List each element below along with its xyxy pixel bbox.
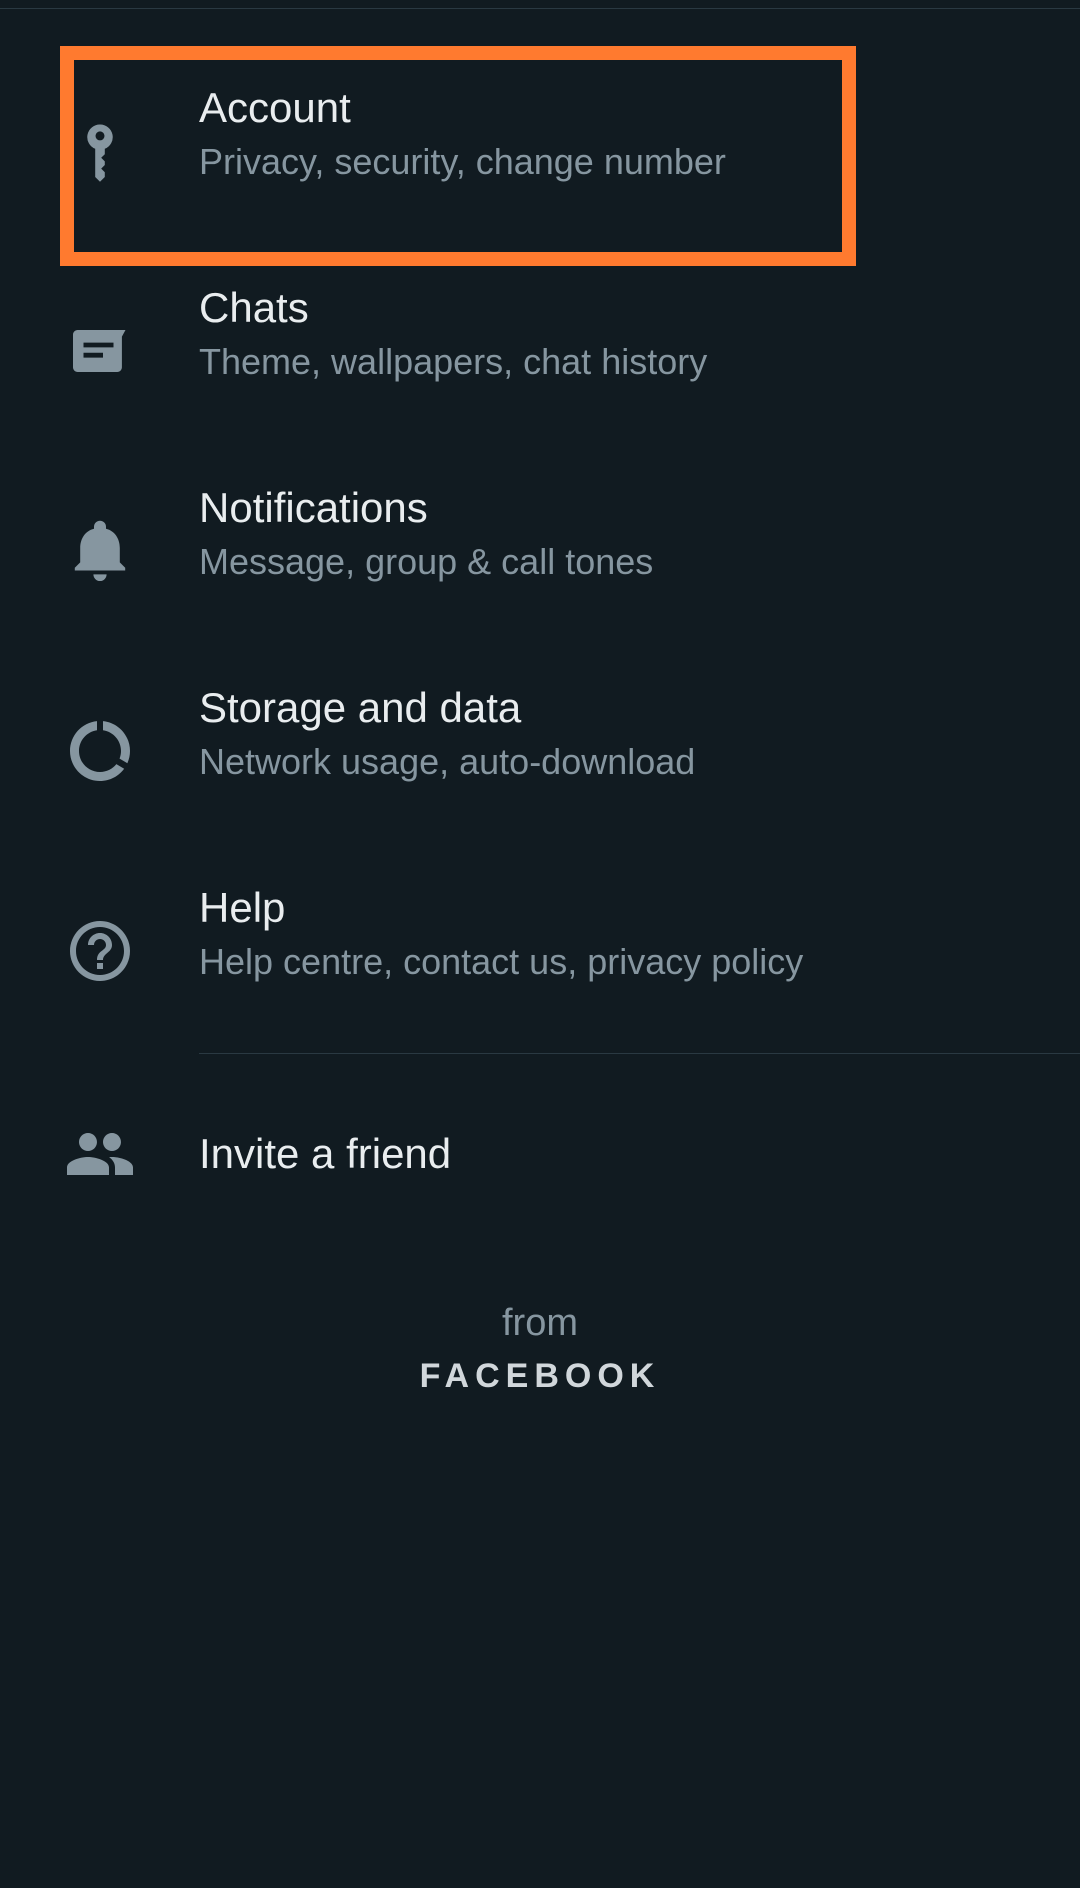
key-icon bbox=[60, 113, 140, 193]
footer-from: from bbox=[502, 1302, 578, 1344]
settings-item-title: Help bbox=[199, 884, 286, 931]
footer-brand-logo: FACEBOOK bbox=[419, 1357, 661, 1395]
footer: from FACEBOOK bbox=[0, 1300, 1080, 1396]
settings-item-notifications[interactable]: Notifications Message, group & call tone… bbox=[0, 466, 1080, 666]
settings-item-subtitle: Network usage, auto-download bbox=[199, 741, 696, 782]
help-icon bbox=[60, 911, 140, 991]
settings-item-subtitle: Theme, wallpapers, chat history bbox=[199, 341, 708, 382]
settings-item-title: Account bbox=[199, 84, 351, 131]
settings-item-invite[interactable]: Invite a friend bbox=[0, 1104, 1080, 1204]
settings-item-subtitle: Message, group & call tones bbox=[199, 541, 654, 582]
section-divider bbox=[199, 1053, 1080, 1054]
settings-item-chats[interactable]: Chats Theme, wallpapers, chat history bbox=[0, 266, 1080, 466]
settings-item-subtitle: Privacy, security, change number bbox=[199, 141, 726, 182]
settings-item-title: Invite a friend bbox=[199, 1130, 452, 1177]
chat-icon bbox=[60, 311, 140, 391]
settings-item-subtitle: Help centre, contact us, privacy policy bbox=[199, 941, 804, 982]
settings-item-help[interactable]: Help Help centre, contact us, privacy po… bbox=[0, 866, 1080, 1066]
top-divider bbox=[0, 8, 1080, 9]
bell-icon bbox=[60, 511, 140, 591]
data-usage-icon bbox=[60, 711, 140, 791]
settings-item-account[interactable]: Account Privacy, security, change number bbox=[0, 66, 1080, 266]
people-icon bbox=[60, 1114, 140, 1194]
settings-item-title: Notifications bbox=[199, 484, 428, 531]
settings-item-storage[interactable]: Storage and data Network usage, auto-dow… bbox=[0, 666, 1080, 866]
settings-item-title: Chats bbox=[199, 284, 309, 331]
settings-item-title: Storage and data bbox=[199, 684, 522, 731]
